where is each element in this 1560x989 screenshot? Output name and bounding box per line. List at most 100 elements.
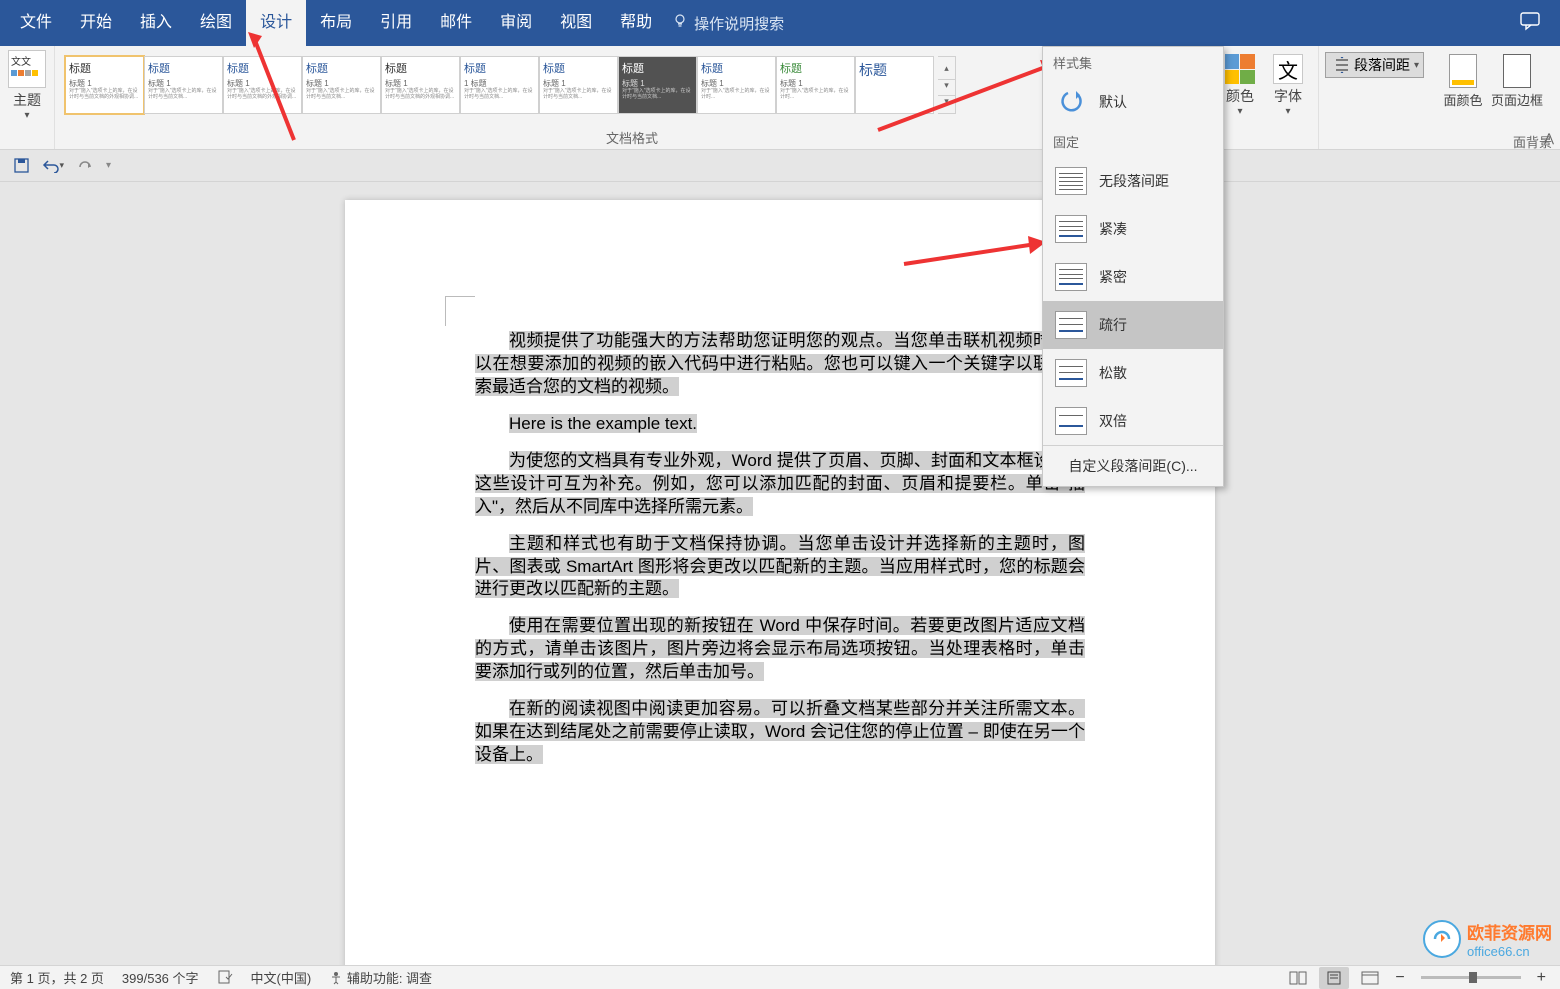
tell-me-search[interactable]: 操作说明搜索 [672, 13, 784, 34]
reset-icon [1055, 88, 1087, 116]
body-paragraph[interactable]: 在新的阅读视图中阅读更加容易。可以折叠文档某些部分并关注所需文本。如果在达到结尾… [475, 698, 1085, 767]
body-paragraph[interactable]: Here is the example text. [475, 413, 1085, 436]
quick-access-toolbar: ▾ ▾ [0, 150, 1560, 182]
fonts-button[interactable]: 文 字体 ▾ [1264, 50, 1312, 117]
tab-review[interactable]: 审阅 [486, 0, 546, 46]
body-paragraph[interactable]: 使用在需要位置出现的新按钮在 Word 中保存时间。若要更改图片适应文档的方式，… [475, 615, 1085, 684]
colors-fonts-group: 颜色 ▾ 文 字体 ▾ [1210, 46, 1319, 149]
tab-file[interactable]: 文件 [6, 0, 66, 46]
lightbulb-icon [672, 13, 688, 33]
menu-header-styleset: 样式集 [1043, 47, 1223, 78]
page-color-button[interactable]: 面颜色 [1436, 50, 1490, 109]
tab-view[interactable]: 视图 [546, 0, 606, 46]
body-paragraph[interactable]: 为使您的文档具有专业外观，Word 提供了页眉、页脚、封面和文本框设计，这些设计… [475, 450, 1085, 519]
spacing-open-icon [1055, 311, 1087, 339]
spell-check-icon[interactable] [217, 968, 233, 987]
zoom-slider[interactable] [1421, 976, 1521, 979]
margin-corner-icon [445, 296, 475, 326]
menu-item-custom[interactable]: 自定义段落间距(C)... [1043, 445, 1223, 486]
style-set-item[interactable]: 标题标题 1对于"施入"选项卡上的库，在设计时与当前文档... [618, 56, 697, 114]
tab-layout[interactable]: 布局 [306, 0, 366, 46]
save-icon[interactable] [10, 155, 32, 177]
menu-item-compact[interactable]: 紧凑 [1043, 205, 1223, 253]
gallery-more-icon[interactable]: ▾ [938, 96, 955, 113]
tab-design[interactable]: 设计 [246, 0, 306, 46]
style-set-item[interactable]: 标题标题 1对于"施入"选项卡上的库，在设计时与当前文档... [144, 56, 223, 114]
style-set-item[interactable]: 标题标题 1对于"施入"选项卡上的库，在设计时... [776, 56, 855, 114]
zoom-out-icon[interactable]: − [1391, 969, 1408, 987]
menu-item-tight[interactable]: 紧密 [1043, 253, 1223, 301]
para-spacing-group: 段落间距 ▾ [1319, 46, 1430, 149]
watermark-brand: 欧菲资源网 [1467, 924, 1552, 943]
redo-icon[interactable] [74, 155, 96, 177]
style-set-item[interactable]: 标题标题 1对于"施入"选项卡上的库，在设计时与当前文档... [539, 56, 618, 114]
style-set-item[interactable]: 标题标题 1对于"施入"选项卡上的库，在设计时... [697, 56, 776, 114]
read-mode-icon[interactable] [1283, 967, 1313, 989]
page-border-icon [1503, 54, 1531, 88]
paragraph-spacing-menu: 样式集 默认 固定 无段落间距 紧凑 紧密 疏行 松散 双倍 自定义段落间距(C… [1042, 46, 1224, 487]
doc-format-label: 文档格式 [606, 126, 658, 147]
undo-icon[interactable]: ▾ [42, 155, 64, 177]
spacing-relaxed-icon [1055, 359, 1087, 387]
ribbon-tabs: 文件 开始 插入 绘图 设计 布局 引用 邮件 审阅 视图 帮助 操作说明搜索 [0, 0, 1560, 46]
ribbon-content: 文文 主题 ▾ 标题标题 1对于"施入"选项卡上的库，在设计时与当前文档的外观相… [0, 46, 1560, 150]
spacing-double-icon [1055, 407, 1087, 435]
fonts-icon: 文 [1273, 54, 1303, 84]
themes-button[interactable]: 文文 主题 ▾ [6, 50, 48, 121]
comments-icon[interactable] [1520, 11, 1554, 36]
chevron-down-icon: ▾ [1237, 106, 1242, 117]
search-placeholder: 操作说明搜索 [694, 13, 784, 34]
spacing-compact-icon [1055, 215, 1087, 243]
collapse-ribbon-icon[interactable]: ⋀ [1544, 131, 1554, 145]
gallery-down-icon[interactable]: ▾ [938, 80, 955, 97]
colors-icon [1225, 54, 1255, 84]
style-set-item[interactable]: 标题标题 1对于"施入"选项卡上的库，在设计时与当前文档的外观相协调... [223, 56, 302, 114]
page-color-icon [1449, 54, 1477, 88]
menu-item-default[interactable]: 默认 [1043, 78, 1223, 126]
style-set-gallery: 标题标题 1对于"施入"选项卡上的库，在设计时与当前文档的外观相协调... 标题… [61, 50, 938, 114]
status-word-count[interactable]: 399/536 个字 [122, 968, 199, 987]
themes-icon: 文文 [8, 50, 46, 88]
web-layout-icon[interactable] [1355, 967, 1385, 989]
tab-home[interactable]: 开始 [66, 0, 126, 46]
status-language[interactable]: 中文(中国) [251, 968, 312, 987]
style-set-item[interactable]: 标题标题 1对于"施入"选项卡上的库，在设计时与当前文档的外观相协调... [381, 56, 460, 114]
status-bar: 第 1 页，共 2 页 399/536 个字 中文(中国) 辅助功能: 调查 −… [0, 965, 1560, 989]
watermark: 欧菲资源网 office66.cn [1423, 919, 1552, 959]
zoom-thumb[interactable] [1469, 972, 1477, 983]
doc-formatting-group: 标题标题 1对于"施入"选项卡上的库，在设计时与当前文档的外观相协调... 标题… [55, 46, 1210, 149]
qat-customize-icon[interactable]: ▾ [106, 160, 111, 171]
menu-item-double[interactable]: 双倍 [1043, 397, 1223, 445]
menu-item-open[interactable]: 疏行 [1043, 301, 1223, 349]
style-set-item[interactable]: 标题 [855, 56, 934, 114]
spacing-tight-icon [1055, 263, 1087, 291]
tab-mail[interactable]: 邮件 [426, 0, 486, 46]
zoom-in-icon[interactable]: + [1533, 969, 1550, 987]
spacing-icon [1334, 57, 1350, 73]
tab-references[interactable]: 引用 [366, 0, 426, 46]
themes-group: 文文 主题 ▾ [0, 46, 55, 149]
menu-item-relaxed[interactable]: 松散 [1043, 349, 1223, 397]
style-set-item[interactable]: 标题1 标题对于"施入"选项卡上的库，在设计时与当前文档... [460, 56, 539, 114]
status-accessibility[interactable]: 辅助功能: 调查 [329, 968, 432, 987]
paragraph-spacing-button[interactable]: 段落间距 ▾ [1325, 52, 1424, 78]
chevron-down-icon: ▾ [1414, 60, 1419, 71]
tab-draw[interactable]: 绘图 [186, 0, 246, 46]
tab-help[interactable]: 帮助 [606, 0, 666, 46]
style-set-item[interactable]: 标题标题 1对于"施入"选项卡上的库，在设计时与当前文档的外观相协调... [65, 56, 144, 114]
body-paragraph[interactable]: 视频提供了功能强大的方法帮助您证明您的观点。当您单击联机视频时，可以在想要添加的… [475, 330, 1085, 399]
menu-item-none[interactable]: 无段落间距 [1043, 157, 1223, 205]
tab-insert[interactable]: 插入 [126, 0, 186, 46]
print-layout-icon[interactable] [1319, 967, 1349, 989]
watermark-url: office66.cn [1467, 944, 1552, 959]
status-page[interactable]: 第 1 页，共 2 页 [10, 968, 104, 987]
document-area: 视频提供了功能强大的方法帮助您证明您的观点。当您单击联机视频时，可以在想要添加的… [0, 182, 1560, 965]
spacing-none-icon [1055, 167, 1087, 195]
watermark-logo-icon [1423, 920, 1461, 958]
style-set-item[interactable]: 标题标题 1对于"施入"选项卡上的库，在设计时与当前文档... [302, 56, 381, 114]
body-paragraph[interactable]: 主题和样式也有助于文档保持协调。当您单击设计并选择新的主题时，图片、图表或 Sm… [475, 533, 1085, 602]
gallery-up-icon[interactable]: ▴ [938, 63, 955, 80]
page-border-button[interactable]: 页面边框 [1490, 50, 1544, 109]
gallery-spinner: ▴ ▾ ▾ [938, 56, 956, 114]
chevron-down-icon: ▾ [24, 110, 29, 121]
